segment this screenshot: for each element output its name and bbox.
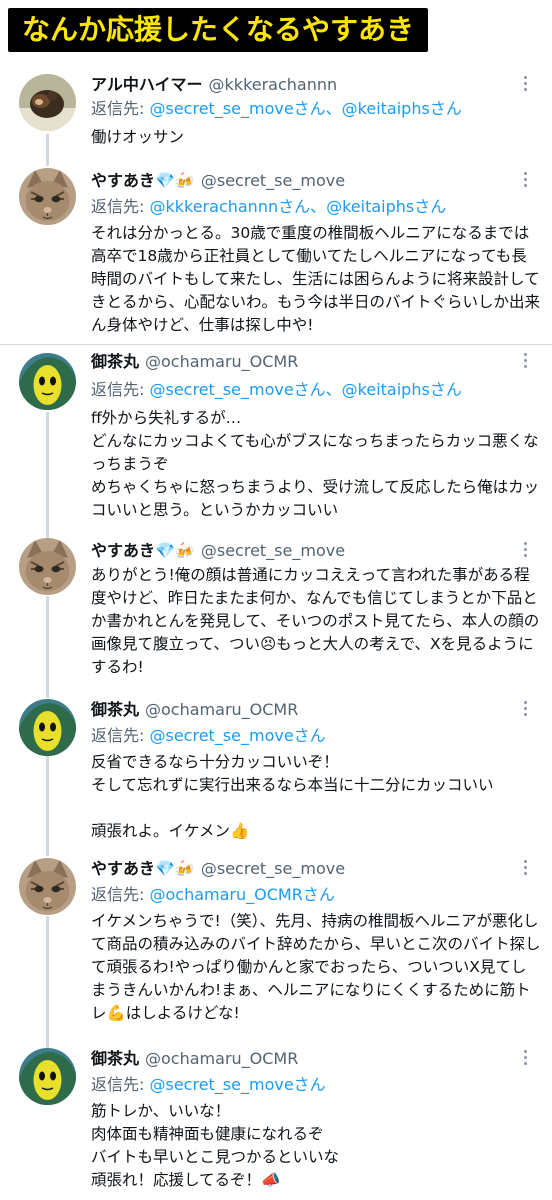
monkey-avatar-icon — [19, 74, 76, 131]
avatar[interactable] — [19, 699, 76, 756]
tweet-header: 御茶丸 @ochamaru_OCMR — [91, 351, 298, 373]
reply-to: 返信先: @secret_se_moveさん、@keitaiphsさん — [91, 98, 462, 120]
reply-to: 返信先: @kkkerachannnさん、@keitaiphsさん — [91, 196, 446, 218]
tweet-text: 働けオッサン — [91, 128, 185, 146]
more-options-icon[interactable] — [524, 542, 528, 560]
reply-to-link[interactable]: @secret_se_moveさん — [149, 726, 325, 745]
user-handle[interactable]: @secret_se_move — [201, 171, 345, 190]
more-options-icon[interactable] — [524, 860, 528, 878]
reply-to-link[interactable]: @secret_se_moveさん — [149, 1075, 325, 1094]
alien-avatar-icon — [19, 1048, 76, 1105]
cat-avatar-icon — [19, 538, 76, 595]
tweet-text: 反省できるなら十分カッコいいぞ！ そして忘れずに実行出来るなら本当に十二分にカッ… — [91, 753, 494, 840]
reply-prefix: 返信先: — [91, 99, 150, 118]
reply-to-link[interactable]: @kkkerachannnさん、@keitaiphsさん — [149, 197, 446, 216]
alien-avatar-icon — [19, 353, 76, 410]
more-options-icon[interactable] — [524, 353, 528, 371]
more-options-icon[interactable] — [524, 76, 528, 94]
user-handle[interactable]: @kkkerachannn — [209, 75, 338, 94]
tweet-header: やすあき💎🍻 @secret_se_move — [91, 858, 345, 880]
alien-avatar-icon — [19, 699, 76, 756]
user-handle[interactable]: @ochamaru_OCMR — [145, 700, 298, 719]
tweet-header: やすあき💎🍻 @secret_se_move — [91, 170, 345, 192]
display-name[interactable]: 御茶丸 — [91, 1049, 139, 1068]
display-name[interactable]: 御茶丸 — [91, 700, 139, 719]
banner: なんか応援したくなるやすあき — [0, 0, 552, 62]
tweet[interactable]: やすあき💎🍻 @secret_se_move 返信先: @ochamaru_OCM… — [0, 856, 552, 1046]
avatar[interactable] — [19, 1048, 76, 1105]
display-name[interactable]: やすあき💎🍻 — [91, 171, 195, 190]
reply-prefix: 返信先: — [91, 380, 150, 399]
tweet[interactable]: 御茶丸 @ochamaru_OCMR 返信先: @secret_se_moveさん… — [0, 345, 552, 535]
user-handle[interactable]: @ochamaru_OCMR — [145, 352, 298, 371]
user-handle[interactable]: @ochamaru_OCMR — [145, 1049, 298, 1068]
avatar[interactable] — [19, 74, 76, 131]
reply-prefix: 返信先: — [91, 197, 150, 216]
more-options-icon[interactable] — [524, 172, 528, 190]
user-handle[interactable]: @secret_se_move — [201, 859, 345, 878]
cat-avatar-icon — [19, 168, 76, 225]
tweet-header: アル中ハイマー @kkkerachannn — [91, 74, 337, 96]
reply-to: 返信先: @secret_se_moveさん — [91, 725, 326, 747]
banner-title: なんか応援したくなるやすあき — [8, 8, 429, 52]
more-options-icon[interactable] — [524, 1050, 528, 1068]
avatar[interactable] — [19, 168, 76, 225]
tweet[interactable]: やすあき💎🍻 @secret_se_move 返信先: @kkkerachannn… — [0, 166, 552, 344]
reply-prefix: 返信先: — [91, 1075, 150, 1094]
display-name[interactable]: アル中ハイマー — [91, 75, 203, 94]
reply-to-link[interactable]: @secret_se_moveさん、@keitaiphsさん — [149, 380, 461, 399]
reply-prefix: 返信先: — [91, 885, 150, 904]
avatar[interactable] — [19, 353, 76, 410]
reply-to: 返信先: @secret_se_moveさん、@keitaiphsさん — [91, 379, 462, 401]
cat-avatar-icon — [19, 858, 76, 915]
reply-to-link[interactable]: @ochamaru_OCMRさん — [149, 885, 334, 904]
tweet[interactable]: 御茶丸 @ochamaru_OCMR 返信先: @secret_se_moveさん… — [0, 1046, 552, 1200]
tweet-text: イケメンちゃうで!（笑）、先月、持病の椎間板ヘルニアが悪化して商品の積み込みのバ… — [91, 912, 541, 1022]
tweet-header: 御茶丸 @ochamaru_OCMR — [91, 1048, 298, 1070]
display-name[interactable]: やすあき💎🍻 — [91, 859, 195, 878]
tweet-header: 御茶丸 @ochamaru_OCMR — [91, 699, 298, 721]
tweet[interactable]: やすあき💎🍻 @secret_se_move ありがとう!俺の顔は普通にカッコええ… — [0, 536, 552, 696]
tweet-text: 筋トレか、いいな！ 肉体面も精神面も健康になれるぞ バイトも早いとこ見つかるとい… — [91, 1102, 340, 1189]
reply-to: 返信先: @secret_se_moveさん — [91, 1074, 326, 1096]
tweet-text: ありがとう!俺の顔は普通にカッコええって言われた事がある程度やけど、昨日たまたま… — [91, 566, 540, 676]
tweet[interactable]: アル中ハイマー @kkkerachannn 返信先: @secret_se_mov… — [0, 66, 552, 166]
tweet-text: ff外から失礼するが… どんなにカッコよくても心がブスになっちまったらカッコ悪く… — [91, 409, 540, 519]
reply-prefix: 返信先: — [91, 726, 150, 745]
tweet-text: それは分かっとる。30歳で重度の椎間板ヘルニアになるまでは高卒で18歳から正社員… — [91, 224, 541, 334]
display-name[interactable]: 御茶丸 — [91, 352, 139, 371]
display-name[interactable]: やすあき💎🍻 — [91, 541, 195, 560]
user-handle[interactable]: @secret_se_move — [201, 541, 345, 560]
avatar[interactable] — [19, 858, 76, 915]
tweet-header: やすあき💎🍻 @secret_se_move — [91, 540, 345, 562]
reply-to: 返信先: @ochamaru_OCMRさん — [91, 884, 335, 906]
reply-to-link[interactable]: @secret_se_moveさん、@keitaiphsさん — [149, 99, 461, 118]
tweet[interactable]: 御茶丸 @ochamaru_OCMR 返信先: @secret_se_moveさん… — [0, 697, 552, 855]
more-options-icon[interactable] — [524, 701, 528, 719]
avatar[interactable] — [19, 538, 76, 595]
